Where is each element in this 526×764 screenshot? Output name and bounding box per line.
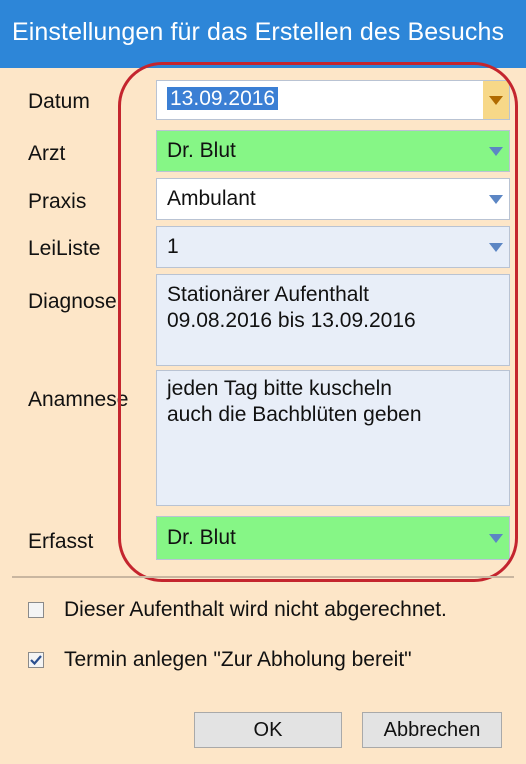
not-billed-label: Dieser Aufenthalt wird nicht abgerechnet… [64,598,447,621]
diagnose-textarea[interactable]: Stationärer Aufenthalt 09.08.2016 bis 13… [156,274,510,366]
erfasst-label: Erfasst [28,530,94,553]
anamnese-textarea[interactable]: jeden Tag bitte kuscheln auch die Bachbl… [156,370,510,506]
datum-dropdown-button[interactable] [483,81,509,119]
diagnose-line: 09.08.2016 bis 13.09.2016 [167,309,416,332]
create-appointment-label: Termin anlegen "Zur Abholung bereit" [64,648,412,671]
erfasst-value: Dr. Blut [167,526,236,549]
datum-field[interactable]: 13.09.2016 [156,80,510,120]
praxis-value: Ambulant [167,187,256,210]
ok-button[interactable]: OK [194,712,342,748]
leiliste-dropdown-button[interactable] [483,227,509,267]
erfasst-dropdown[interactable]: Dr. Blut [156,516,510,560]
cancel-button[interactable]: Abbrechen [362,712,502,748]
anamnese-label: Anamnese [28,388,129,411]
anamnese-line: auch die Bachblüten geben [167,403,422,426]
leiliste-label: LeiListe [28,237,101,260]
datum-value: 13.09.2016 [167,87,279,110]
diagnose-label: Diagnose [28,290,117,313]
diagnose-line: Stationärer Aufenthalt [167,283,369,306]
checkmark-icon [30,655,42,666]
title-bar: Einstellungen für das Erstellen des Besu… [0,0,526,68]
create-appointment-checkbox[interactable] [28,652,44,668]
leiliste-dropdown[interactable]: 1 [156,226,510,268]
datum-label: Datum [28,90,90,113]
arzt-dropdown[interactable]: Dr. Blut [156,130,510,172]
chevron-down-icon [489,194,503,204]
anamnese-line: jeden Tag bitte kuscheln [167,377,392,400]
chevron-down-icon [489,95,503,105]
leiliste-value: 1 [167,235,179,258]
praxis-dropdown-button[interactable] [483,179,509,219]
not-billed-checkbox[interactable] [28,602,44,618]
arzt-dropdown-button[interactable] [483,131,509,171]
chevron-down-icon [489,533,503,543]
praxis-label: Praxis [28,190,87,213]
arzt-value: Dr. Blut [167,139,236,162]
erfasst-dropdown-button[interactable] [483,517,509,559]
arzt-label: Arzt [28,142,66,165]
separator [12,576,514,578]
chevron-down-icon [489,146,503,156]
praxis-dropdown[interactable]: Ambulant [156,178,510,220]
window-title: Einstellungen für das Erstellen des Besu… [12,18,505,46]
chevron-down-icon [489,242,503,252]
